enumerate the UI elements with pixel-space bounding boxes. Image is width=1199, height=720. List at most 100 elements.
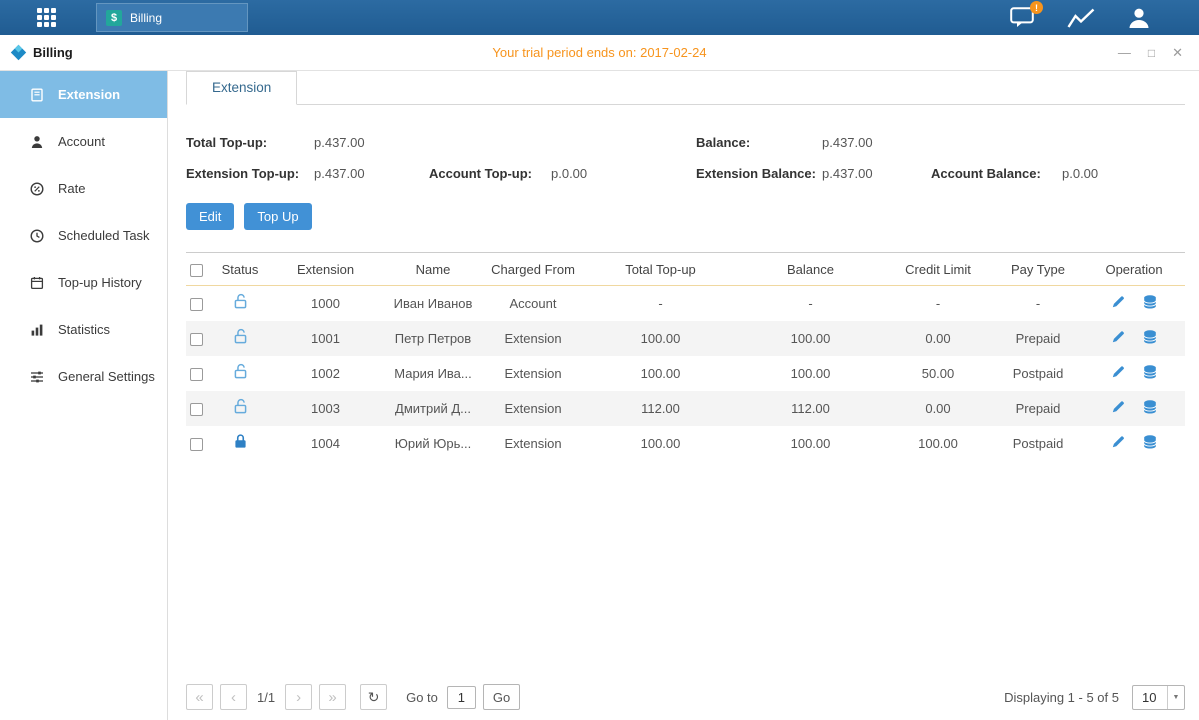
sidebar-item-rate[interactable]: Rate <box>0 165 167 212</box>
edit-icon[interactable] <box>1111 364 1126 382</box>
refresh-button[interactable]: ↻ <box>360 684 387 710</box>
top-up-icon[interactable] <box>1142 294 1158 313</box>
operation-cell <box>1083 321 1185 356</box>
user-account-icon[interactable] <box>1127 7 1151 29</box>
edit-icon[interactable] <box>1111 434 1126 452</box>
top-up-icon[interactable] <box>1142 434 1158 453</box>
edit-icon[interactable] <box>1111 329 1126 347</box>
taskbar-billing-tab[interactable]: $ Billing <box>96 3 248 32</box>
table-row[interactable]: 1001 Петр Петров Extension 100.00 100.00… <box>186 321 1185 356</box>
charged-from-cell: Account <box>483 286 583 321</box>
total-topup-label: Total Top-up: <box>186 135 314 150</box>
row-checkbox-cell <box>186 356 212 391</box>
billing-app-window: $ Billing ! <box>0 0 1199 720</box>
close-button[interactable]: ✕ <box>1172 46 1183 59</box>
top-up-icon[interactable] <box>1142 364 1158 383</box>
select-all-checkbox[interactable] <box>190 264 203 277</box>
tab-extension[interactable]: Extension <box>186 71 297 105</box>
extension-cell: 1004 <box>268 426 383 461</box>
calendar-icon <box>29 275 45 291</box>
statistics-chart-icon[interactable] <box>1067 7 1095 29</box>
row-checkbox-cell <box>186 321 212 356</box>
account-balance-value: p.0.00 <box>1062 166 1098 181</box>
charged-from-cell: Extension <box>483 356 583 391</box>
notifications-icon[interactable]: ! <box>1010 7 1035 28</box>
first-page-button[interactable]: « <box>186 684 213 710</box>
sliders-icon <box>29 369 45 385</box>
header-charged-from: Charged From <box>483 253 583 286</box>
app-grid-icon[interactable] <box>37 8 56 27</box>
extension-cell: 1001 <box>268 321 383 356</box>
account-topup-label: Account Top-up: <box>429 166 551 181</box>
sidebar-item-account[interactable]: Account <box>0 118 167 165</box>
bar-chart-icon <box>29 322 45 338</box>
extension-topup-label: Extension Top-up: <box>186 166 314 181</box>
balance-cell: 100.00 <box>738 426 883 461</box>
sidebar-item-extension[interactable]: Extension <box>0 71 167 118</box>
prev-page-button[interactable]: ‹ <box>220 684 247 710</box>
total-topup-cell: 100.00 <box>583 356 738 391</box>
pay-type-cell: Postpaid <box>993 426 1083 461</box>
sidebar-item-label: General Settings <box>58 369 155 384</box>
top-up-button[interactable]: Top Up <box>244 203 311 230</box>
header-extension: Extension <box>268 253 383 286</box>
sidebar-item-general-settings[interactable]: General Settings <box>0 353 167 400</box>
edit-icon[interactable] <box>1111 399 1126 417</box>
status-cell <box>212 426 268 461</box>
row-checkbox[interactable] <box>190 368 203 381</box>
main-panel: Extension Total Top-up: p.437.00 Balance… <box>168 71 1199 720</box>
lock-status-icon[interactable] <box>232 398 249 415</box>
header-balance: Balance <box>738 253 883 286</box>
table-row[interactable]: 1002 Мария Ива... Extension 100.00 100.0… <box>186 356 1185 391</box>
account-topup-value: p.0.00 <box>551 166 587 181</box>
header-credit-limit: Credit Limit <box>883 253 993 286</box>
caret-down-icon: ▼ <box>1167 686 1184 709</box>
header-status: Status <box>212 253 268 286</box>
sidebar-item-scheduled-task[interactable]: Scheduled Task <box>0 212 167 259</box>
sidebar-item-statistics[interactable]: Statistics <box>0 306 167 353</box>
balance-label: Balance: <box>696 135 822 150</box>
pay-type-cell: Prepaid <box>993 321 1083 356</box>
edit-button[interactable]: Edit <box>186 203 234 230</box>
lock-status-icon[interactable] <box>232 293 249 310</box>
total-topup-cell: 112.00 <box>583 391 738 426</box>
table-row[interactable]: 1000 Иван Иванов Account - - - - <box>186 286 1185 321</box>
maximize-button[interactable]: □ <box>1148 47 1155 59</box>
last-page-button[interactable]: » <box>319 684 346 710</box>
minimize-button[interactable]: — <box>1118 46 1131 59</box>
table-row[interactable]: 1003 Дмитрий Д... Extension 112.00 112.0… <box>186 391 1185 426</box>
balance-cell: 100.00 <box>738 321 883 356</box>
edit-icon[interactable] <box>1111 294 1126 312</box>
lock-status-icon[interactable] <box>232 433 249 450</box>
row-checkbox[interactable] <box>190 298 203 311</box>
row-checkbox[interactable] <box>190 403 203 416</box>
displaying-text: Displaying 1 - 5 of 5 <box>1004 690 1119 705</box>
row-checkbox[interactable] <box>190 333 203 346</box>
pay-type-cell: - <box>993 286 1083 321</box>
next-page-button[interactable]: › <box>285 684 312 710</box>
goto-label: Go to <box>406 690 438 705</box>
row-checkbox[interactable] <box>190 438 203 451</box>
balance-value: p.437.00 <box>822 135 873 150</box>
billing-logo-icon <box>10 44 27 61</box>
name-cell: Юрий Юрь... <box>383 426 483 461</box>
lock-status-icon[interactable] <box>232 328 249 345</box>
credit-limit-cell: 0.00 <box>883 321 993 356</box>
sidebar-item-label: Top-up History <box>58 275 142 290</box>
lock-status-icon[interactable] <box>232 363 249 380</box>
topbar-right: ! <box>1010 7 1151 29</box>
balance-cell: - <box>738 286 883 321</box>
status-cell <box>212 391 268 426</box>
go-button[interactable]: Go <box>483 684 520 710</box>
header-operation: Operation <box>1083 253 1185 286</box>
top-up-icon[interactable] <box>1142 399 1158 418</box>
table-row[interactable]: 1004 Юрий Юрь... Extension 100.00 100.00… <box>186 426 1185 461</box>
sidebar-item-topup-history[interactable]: Top-up History <box>0 259 167 306</box>
goto-page-input[interactable] <box>447 686 476 709</box>
action-buttons: Edit Top Up <box>186 203 1185 230</box>
credit-limit-cell: 0.00 <box>883 391 993 426</box>
top-up-icon[interactable] <box>1142 329 1158 348</box>
page-size-select[interactable]: 10 ▼ <box>1132 685 1185 710</box>
clock-icon <box>29 228 45 244</box>
header-name: Name <box>383 253 483 286</box>
